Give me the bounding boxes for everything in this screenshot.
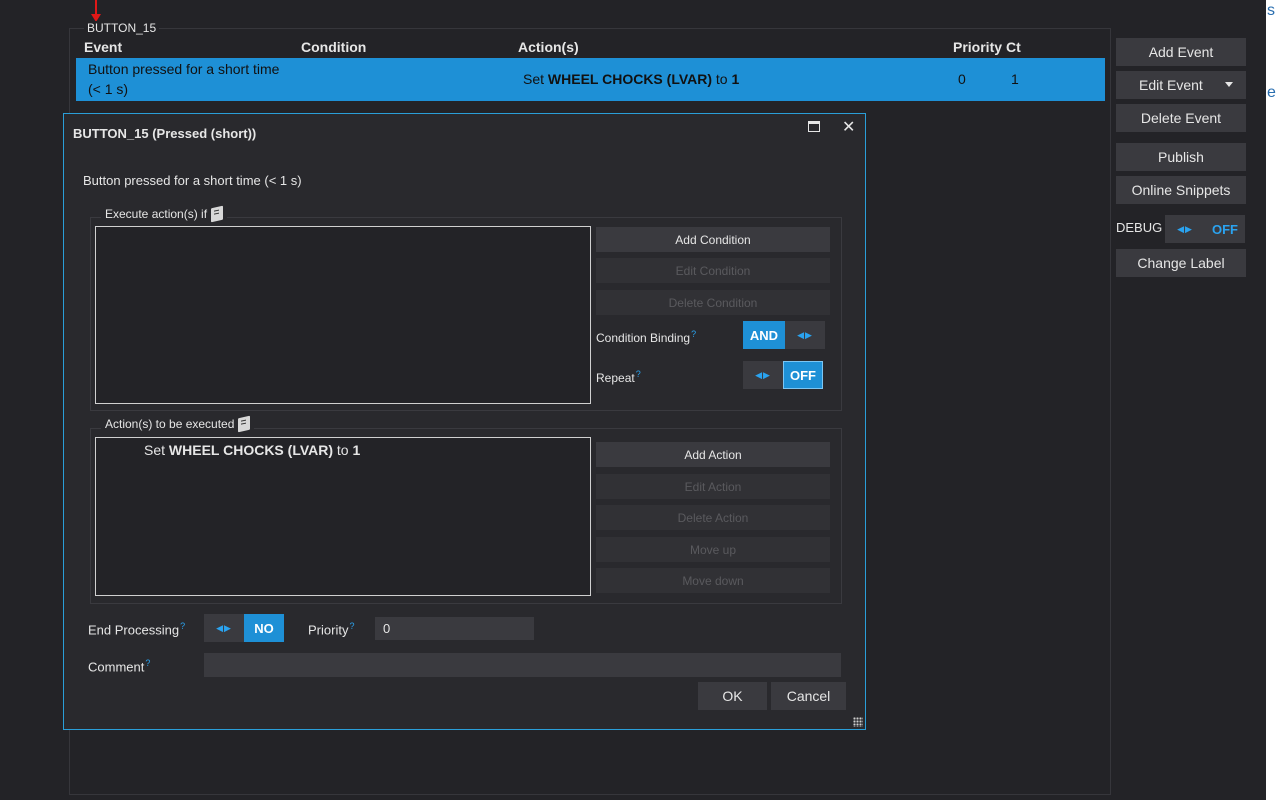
end-processing-label: End Processing? xyxy=(88,621,185,637)
debug-label: DEBUG xyxy=(1116,220,1163,235)
end-processing-value[interactable]: NO xyxy=(244,614,284,642)
help-icon[interactable]: ? xyxy=(636,369,641,379)
help-icon[interactable]: ? xyxy=(691,329,696,339)
add-event-button[interactable]: Add Event xyxy=(1116,38,1246,66)
column-header-priority[interactable]: Priority xyxy=(953,39,1002,55)
delete-event-label: Delete Event xyxy=(1140,110,1222,126)
book-icon[interactable] xyxy=(211,205,224,223)
end-processing-text: End Processing xyxy=(88,622,180,638)
ok-button[interactable]: OK xyxy=(698,682,767,710)
help-icon[interactable]: ? xyxy=(180,621,185,631)
help-icon[interactable]: ? xyxy=(349,621,354,631)
move-up-button[interactable]: Move up xyxy=(596,537,830,562)
action-item-value: 1 xyxy=(352,442,361,458)
row-action-mid: to xyxy=(715,71,728,87)
column-header-event[interactable]: Event xyxy=(84,39,122,55)
dialog-title: BUTTON_15 (Pressed (short)) xyxy=(73,126,257,141)
list-item[interactable]: Set WHEEL CHOCKS (LVAR) to 1 xyxy=(144,442,360,458)
online-snippets-button[interactable]: Online Snippets xyxy=(1116,176,1246,204)
column-header-condition[interactable]: Condition xyxy=(301,39,366,55)
change-label-button[interactable]: Change Label xyxy=(1116,249,1246,277)
debug-toggle[interactable]: ◀▶ OFF xyxy=(1165,215,1245,243)
row-action-value: 1 xyxy=(731,71,740,87)
conditions-list[interactable] xyxy=(95,226,591,404)
move-down-button[interactable]: Move down xyxy=(596,568,830,593)
neighbor-text-1: s xyxy=(1267,2,1275,19)
toggle-arrows-icon[interactable]: ◀▶ xyxy=(785,321,825,349)
condition-binding-value[interactable]: AND xyxy=(743,321,785,349)
add-event-label: Add Event xyxy=(1148,44,1214,60)
online-snippets-label: Online Snippets xyxy=(1131,182,1231,198)
comment-label: Comment? xyxy=(88,658,150,674)
repeat-value[interactable]: OFF xyxy=(783,361,823,389)
resize-grip-icon[interactable] xyxy=(853,717,863,727)
toggle-arrows-icon[interactable]: ◀▶ xyxy=(204,614,244,642)
delete-action-button[interactable]: Delete Action xyxy=(596,505,830,530)
toggle-arrows-icon[interactable]: ◀▶ xyxy=(743,361,783,389)
chevron-down-icon[interactable] xyxy=(1225,82,1233,87)
repeat-toggle[interactable]: ◀▶ OFF xyxy=(743,361,823,389)
book-icon[interactable] xyxy=(238,415,251,433)
condition-binding-toggle[interactable]: AND ◀▶ xyxy=(743,321,825,349)
column-header-ct[interactable]: Ct xyxy=(1006,39,1021,55)
row-ct: 1 xyxy=(1011,71,1019,87)
repeat-label: Repeat? xyxy=(596,369,641,385)
publish-button[interactable]: Publish xyxy=(1116,143,1246,171)
column-header-actions[interactable]: Action(s) xyxy=(518,39,579,55)
edit-action-button[interactable]: Edit Action xyxy=(596,474,830,499)
dialog-description: Button pressed for a short time (< 1 s) xyxy=(83,173,302,188)
debug-toggle-value[interactable]: OFF xyxy=(1205,215,1245,243)
condition-binding-label: Condition Binding? xyxy=(596,329,696,345)
row-event-line1: Button pressed for a short time xyxy=(88,61,280,77)
conditions-legend: Execute action(s) if xyxy=(101,205,228,223)
conditions-legend-text: Execute action(s) if xyxy=(105,207,208,221)
close-icon[interactable]: ✕ xyxy=(842,117,855,137)
condition-binding-text: Condition Binding xyxy=(596,331,691,345)
delete-event-button[interactable]: Delete Event xyxy=(1116,104,1246,132)
priority-label: Priority? xyxy=(308,621,354,637)
add-action-button[interactable]: Add Action xyxy=(596,442,830,467)
action-item-prefix: Set xyxy=(144,442,166,458)
row-action-target: WHEEL CHOCKS (LVAR) xyxy=(547,71,713,87)
change-label-label: Change Label xyxy=(1137,255,1225,271)
cancel-button[interactable]: Cancel xyxy=(771,682,846,710)
edit-event-button[interactable]: Edit Event xyxy=(1116,71,1246,99)
action-item-mid: to xyxy=(336,442,349,458)
delete-condition-button[interactable]: Delete Condition xyxy=(596,290,830,315)
row-priority: 0 xyxy=(958,71,966,87)
publish-label: Publish xyxy=(1158,149,1204,165)
action-item-target: WHEEL CHOCKS (LVAR) xyxy=(168,442,334,458)
priority-text: Priority xyxy=(308,622,349,638)
actions-legend-text: Action(s) to be executed xyxy=(105,417,235,431)
neighbor-text-2: e xyxy=(1267,84,1276,101)
comment-text: Comment xyxy=(88,659,145,675)
row-action-prefix: Set xyxy=(523,71,545,87)
event-dialog: BUTTON_15 (Pressed (short)) ✕ Button pre… xyxy=(63,113,866,730)
edit-event-label: Edit Event xyxy=(1139,77,1203,93)
add-condition-button[interactable]: Add Condition xyxy=(596,227,830,252)
row-event-line2: (< 1 s) xyxy=(88,81,129,97)
event-group-title: BUTTON_15 xyxy=(84,21,160,35)
actions-legend: Action(s) to be executed xyxy=(101,415,255,433)
maximize-icon[interactable] xyxy=(808,121,820,132)
actions-list[interactable]: Set WHEEL CHOCKS (LVAR) to 1 xyxy=(95,437,591,596)
row-action: Set WHEEL CHOCKS (LVAR) to 1 xyxy=(523,71,739,87)
comment-input[interactable] xyxy=(204,653,841,677)
table-row-selected[interactable]: Button pressed for a short time (< 1 s) … xyxy=(76,58,1105,101)
help-icon[interactable]: ? xyxy=(145,658,150,668)
priority-input[interactable]: 0 xyxy=(375,617,534,640)
neighbor-window-strip: s e xyxy=(1266,0,1277,800)
end-processing-toggle[interactable]: ◀▶ NO xyxy=(204,614,284,642)
toggle-arrows-icon[interactable]: ◀▶ xyxy=(1165,215,1205,243)
repeat-text: Repeat xyxy=(596,371,635,385)
edit-condition-button[interactable]: Edit Condition xyxy=(596,258,830,283)
